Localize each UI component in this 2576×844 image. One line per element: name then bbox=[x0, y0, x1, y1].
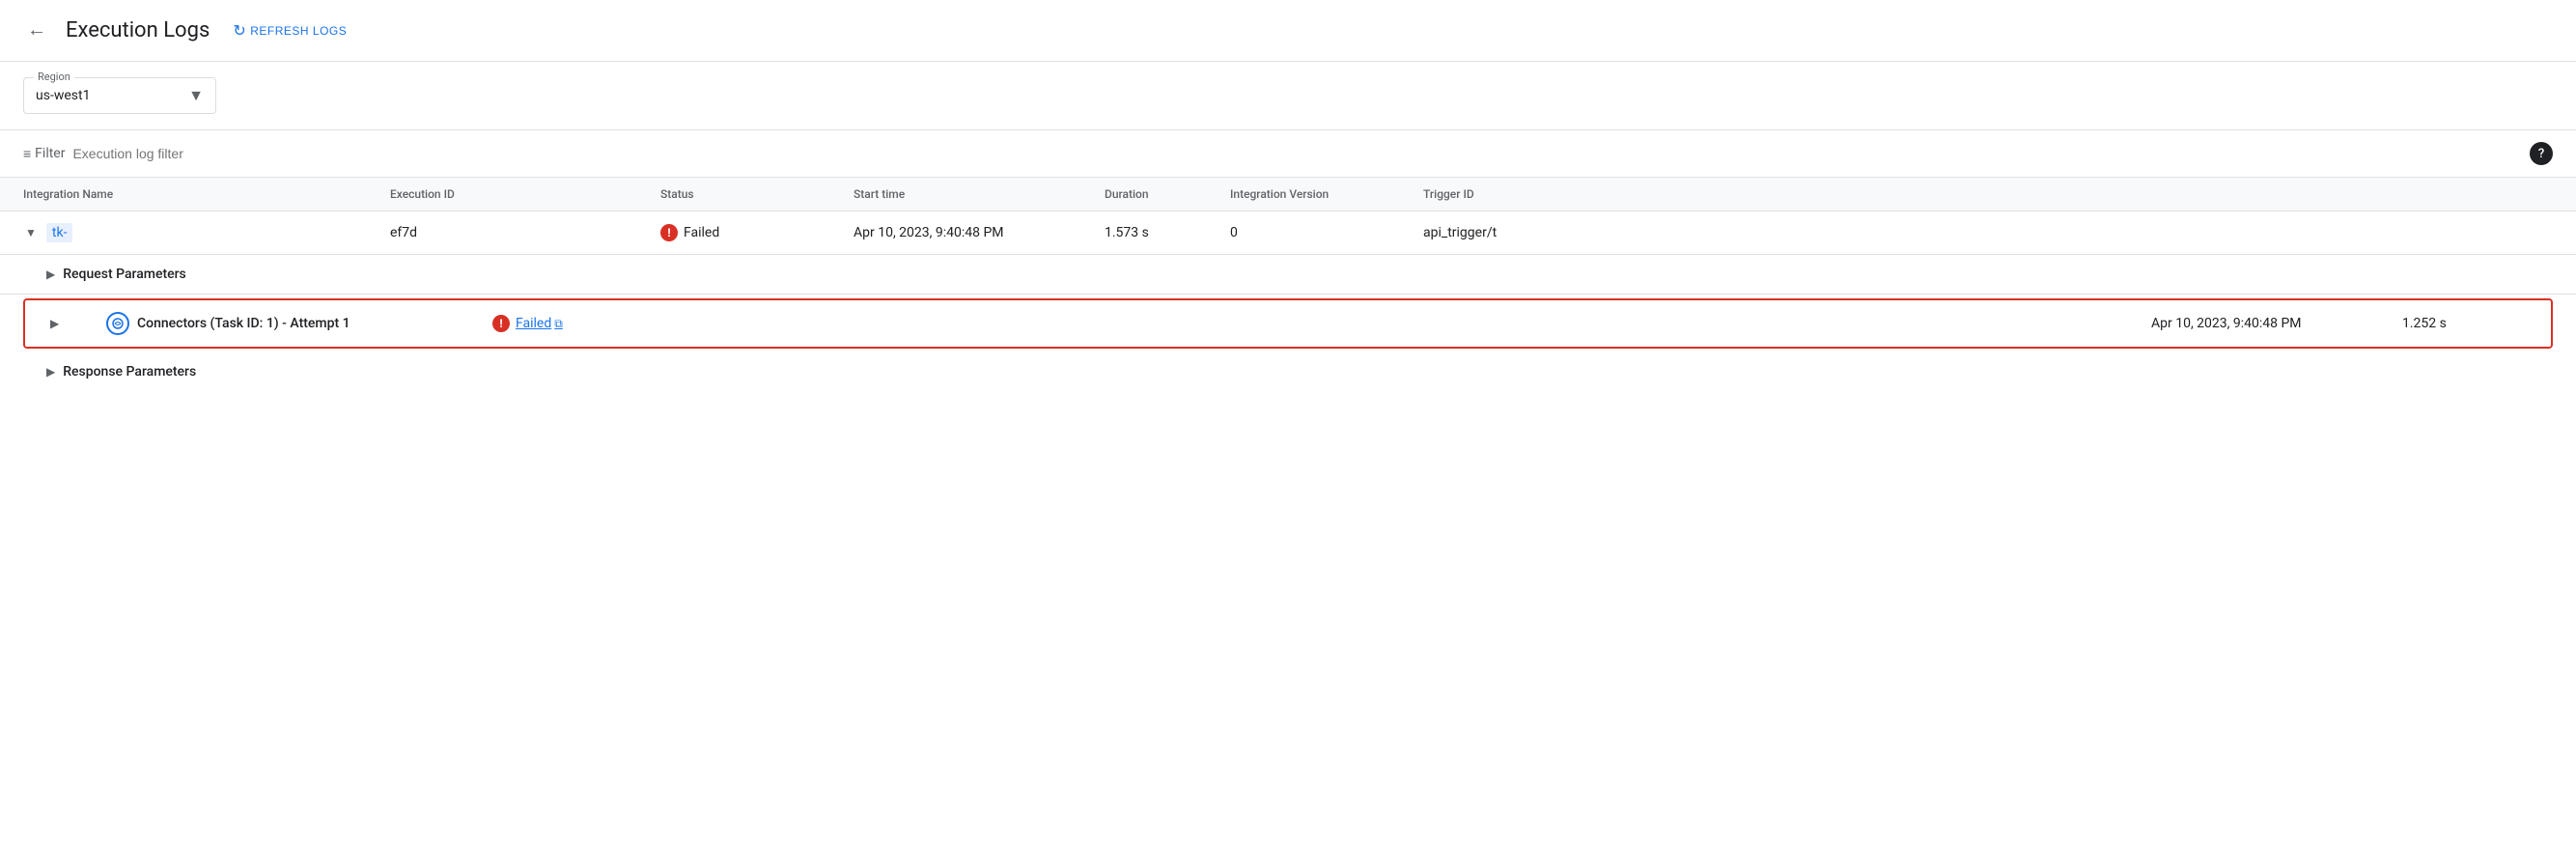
integration-name-link[interactable]: tk- bbox=[46, 223, 73, 242]
back-button[interactable]: ← bbox=[23, 15, 50, 45]
region-value: us-west1 bbox=[36, 88, 90, 103]
status-text: Failed bbox=[684, 225, 719, 240]
region-label: Region bbox=[34, 70, 74, 83]
connector-status-cell: ! Failed ⧉ bbox=[492, 315, 2151, 332]
connector-icon bbox=[106, 312, 129, 335]
expand-row-button[interactable]: ▼ bbox=[23, 224, 39, 241]
col-execution-id: Execution ID bbox=[390, 187, 660, 201]
connector-expand-cell: ▶ bbox=[48, 315, 106, 332]
connector-row: ▶ Connectors (Task ID: 1) - Attempt 1 ! … bbox=[23, 298, 2553, 349]
page-title: Execution Logs bbox=[66, 18, 210, 42]
chevron-right-icon: ▶ bbox=[46, 267, 55, 281]
execution-id-cell: ef7d bbox=[390, 225, 660, 240]
col-duration: Duration bbox=[1105, 187, 1230, 201]
help-icon[interactable]: ? bbox=[2530, 142, 2553, 165]
version-cell: 0 bbox=[1230, 225, 1423, 240]
connector-expand-button[interactable]: ▶ bbox=[48, 315, 61, 332]
trigger-id-cell: api_trigger/t bbox=[1423, 225, 1616, 240]
refresh-label: REFRESH LOGS bbox=[250, 24, 347, 38]
duration-cell: 1.573 s bbox=[1105, 225, 1230, 240]
page-header: ← Execution Logs ↻ REFRESH LOGS bbox=[0, 0, 2576, 62]
error-status-icon: ! bbox=[660, 224, 678, 241]
filter-input[interactable] bbox=[72, 146, 2522, 161]
connector-name-text: Connectors (Task ID: 1) - Attempt 1 bbox=[137, 316, 350, 331]
col-status: Status bbox=[660, 187, 854, 201]
request-params-row: ▶ Request Parameters bbox=[0, 255, 2576, 295]
request-params-label: Request Parameters bbox=[63, 267, 186, 282]
filter-lines-icon: ≡ bbox=[23, 146, 31, 162]
connector-error-icon: ! bbox=[492, 315, 510, 332]
table-header: Integration Name Execution ID Status Sta… bbox=[0, 178, 2576, 211]
external-link-icon: ⧉ bbox=[554, 317, 563, 331]
integration-name-cell: ▼ tk- bbox=[23, 223, 390, 242]
refresh-logs-button[interactable]: ↻ REFRESH LOGS bbox=[225, 17, 354, 44]
connector-name-cell: Connectors (Task ID: 1) - Attempt 1 bbox=[106, 312, 492, 335]
response-chevron-right-icon: ▶ bbox=[46, 365, 55, 379]
connector-status-text: Failed bbox=[516, 316, 551, 331]
connector-duration: 1.252 s bbox=[2402, 316, 2528, 331]
filter-icon-wrapper: ≡ Filter bbox=[23, 146, 65, 162]
sub-rows: ▶ Request Parameters ▶ Connectors (Task … bbox=[0, 255, 2576, 391]
connector-start-time: Apr 10, 2023, 9:40:48 PM bbox=[2151, 316, 2402, 331]
region-select[interactable]: Region us-west1 ▼ bbox=[23, 77, 216, 114]
response-params-row: ▶ Response Parameters bbox=[0, 352, 2576, 391]
filter-label: Filter bbox=[35, 146, 65, 161]
connector-failed-link[interactable]: Failed ⧉ bbox=[516, 316, 563, 331]
col-start-time: Start time bbox=[854, 187, 1105, 201]
table-row: ▼ tk- ef7d ! Failed Apr 10, 2023, 9:40:4… bbox=[0, 211, 2576, 255]
filter-bar: ≡ Filter ? bbox=[0, 130, 2576, 178]
refresh-icon: ↻ bbox=[233, 21, 246, 41]
start-time-cell: Apr 10, 2023, 9:40:48 PM bbox=[854, 225, 1105, 240]
chevron-down-icon: ▼ bbox=[188, 86, 204, 105]
col-trigger-id: Trigger ID bbox=[1423, 187, 1616, 201]
col-integration-version: Integration Version bbox=[1230, 187, 1423, 201]
region-section: Region us-west1 ▼ bbox=[0, 62, 2576, 130]
status-cell: ! Failed bbox=[660, 224, 854, 241]
col-integration-name: Integration Name bbox=[23, 187, 390, 201]
response-params-label: Response Parameters bbox=[63, 364, 196, 380]
back-arrow-icon: ← bbox=[27, 19, 46, 42]
